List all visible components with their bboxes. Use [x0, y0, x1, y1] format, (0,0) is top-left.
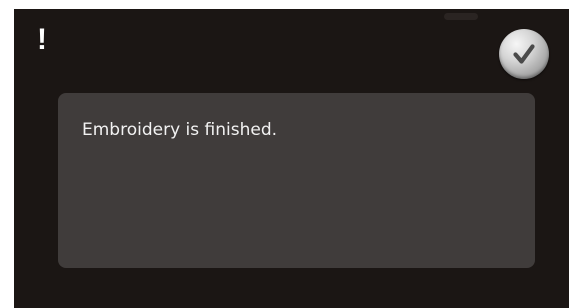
top-bezel-indicator — [444, 13, 478, 20]
device-frame: ! Embroidery is finished. — [0, 0, 582, 308]
checkmark-icon — [513, 44, 535, 64]
dialog-message: Embroidery is finished. — [82, 120, 278, 140]
message-panel: Embroidery is finished. — [58, 93, 535, 268]
dialog-screen: ! Embroidery is finished. — [14, 9, 569, 308]
exclamation-alert-icon: ! — [37, 23, 47, 56]
confirm-button[interactable] — [499, 29, 549, 79]
